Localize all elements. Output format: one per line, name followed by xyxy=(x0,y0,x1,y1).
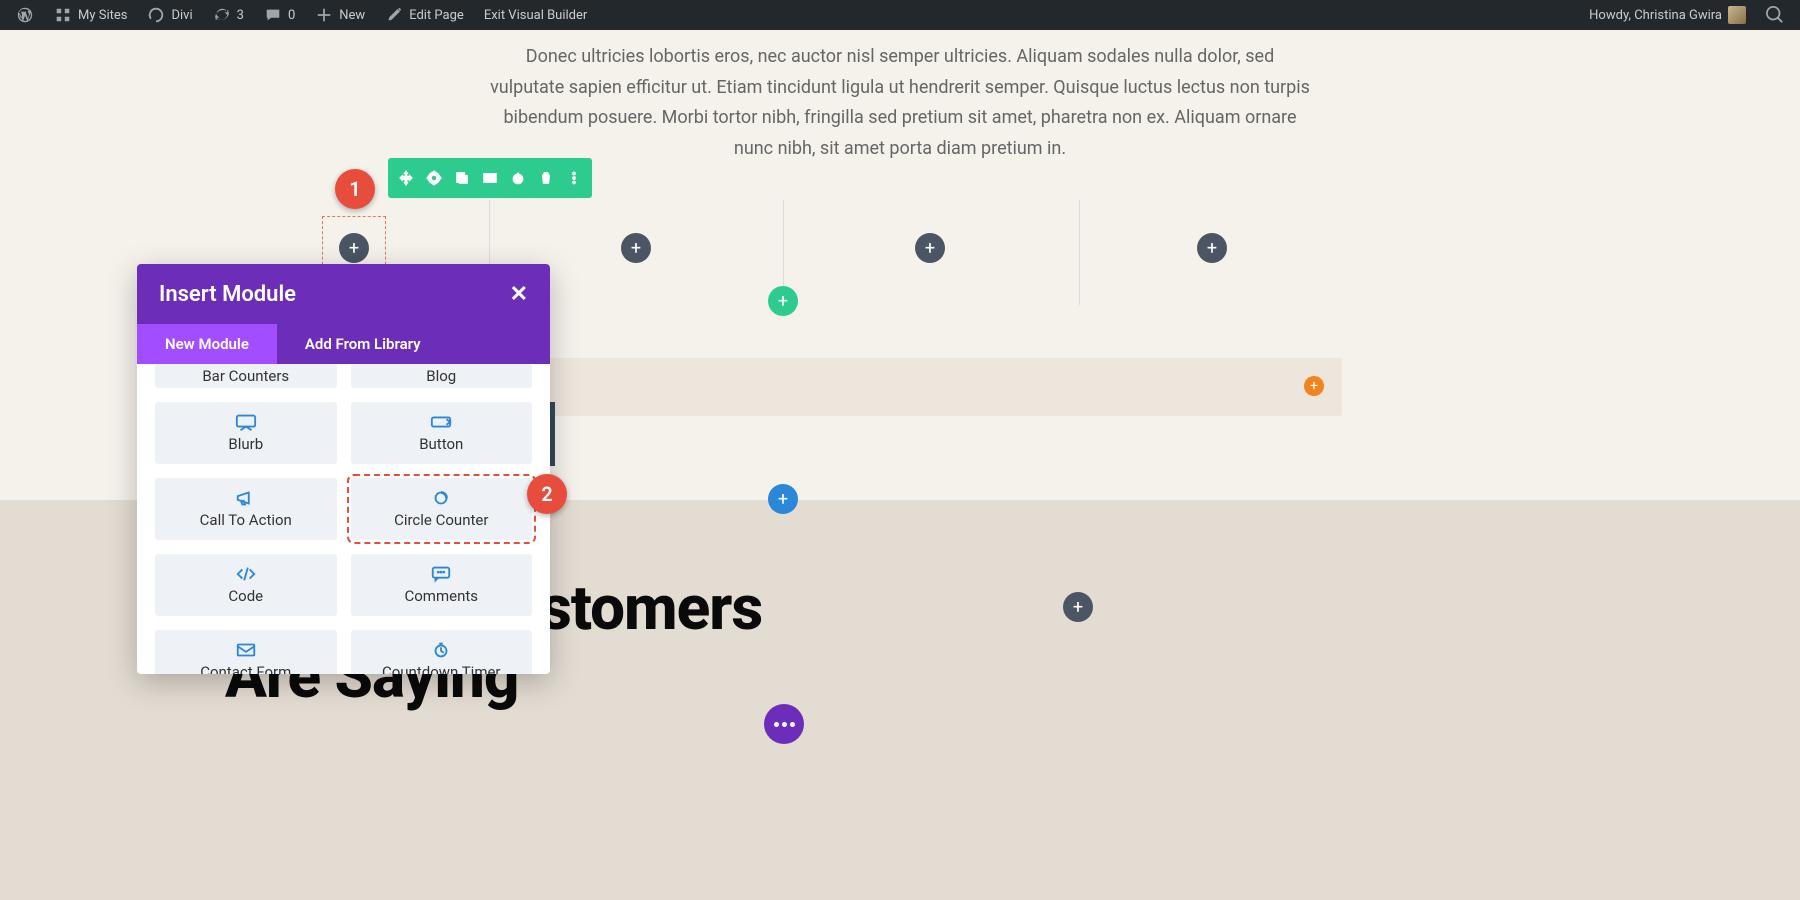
module-button[interactable]: Button xyxy=(351,402,533,464)
my-sites-label: My Sites xyxy=(78,8,127,23)
close-icon[interactable]: ✕ xyxy=(510,282,528,307)
button-icon xyxy=(430,413,452,431)
popover-header: Insert Module ✕ xyxy=(137,264,550,324)
module-code[interactable]: Code xyxy=(155,554,337,616)
add-section-inline[interactable]: + xyxy=(1304,376,1324,396)
add-row-button[interactable]: + xyxy=(768,286,798,316)
module-countdown-timer[interactable]: Countdown Timer xyxy=(351,630,533,674)
tab-new-module[interactable]: New Module xyxy=(137,324,277,364)
tab-add-from-library[interactable]: Add From Library xyxy=(277,324,550,364)
add-section-button[interactable]: + xyxy=(768,484,798,514)
module-blurb[interactable]: Blurb xyxy=(155,402,337,464)
circle-counter-icon xyxy=(430,489,452,507)
add-module-col4[interactable]: + xyxy=(1197,233,1227,263)
columns-button[interactable] xyxy=(476,164,504,192)
plus-icon xyxy=(315,6,333,24)
module-toolbar xyxy=(388,158,592,198)
add-module-col3[interactable]: + xyxy=(915,233,945,263)
duplicate-button[interactable] xyxy=(448,164,476,192)
popover-title: Insert Module xyxy=(159,282,296,307)
edit-page[interactable]: Edit Page xyxy=(377,0,472,30)
module-circle-counter[interactable]: Circle Counter xyxy=(351,478,533,540)
edit-page-label: Edit Page xyxy=(409,8,464,23)
power-button[interactable] xyxy=(504,164,532,192)
updates-count: 3 xyxy=(237,8,244,23)
comments-count: 0 xyxy=(288,8,295,23)
search-icon xyxy=(1766,6,1784,24)
updates[interactable]: 3 xyxy=(205,0,252,30)
module-call-to-action[interactable]: Call To Action xyxy=(155,478,337,540)
envelope-icon xyxy=(235,641,257,659)
clock-icon xyxy=(430,641,452,659)
blurb-icon xyxy=(235,413,257,431)
module-blog[interactable]: Blog xyxy=(351,364,533,388)
update-icon xyxy=(213,6,231,24)
new-label: New xyxy=(339,8,365,23)
add-module-lower[interactable]: + xyxy=(1063,592,1093,622)
site-divi[interactable]: Divi xyxy=(139,0,200,30)
wordpress-icon xyxy=(16,6,34,24)
comment-icon xyxy=(264,6,282,24)
wp-admin-bar: My Sites Divi 3 0 New xyxy=(0,0,1800,30)
comments-icon xyxy=(430,565,452,583)
wp-logo[interactable] xyxy=(8,0,42,30)
settings-button[interactable] xyxy=(420,164,448,192)
heading-partial-top: stomers xyxy=(540,576,762,641)
callout-1: 1 xyxy=(335,169,375,209)
code-icon xyxy=(235,565,257,583)
network-icon xyxy=(54,6,72,24)
module-comments[interactable]: Comments xyxy=(351,554,533,616)
add-module-col2[interactable]: + xyxy=(621,233,651,263)
popover-body: Bar Counters Blog Blurb Button Call To A… xyxy=(137,364,550,674)
module-bar-counters[interactable]: Bar Counters xyxy=(155,364,337,388)
callout-2: 2 xyxy=(527,474,567,514)
exit-vb-label: Exit Visual Builder xyxy=(484,8,587,23)
popover-tabs: New Module Add From Library xyxy=(137,324,550,364)
module-contact-form[interactable]: Contact Form xyxy=(155,630,337,674)
new-content[interactable]: New xyxy=(307,0,373,30)
insert-module-popover: Insert Module ✕ New Module Add From Libr… xyxy=(137,264,550,674)
howdy-label: Howdy, Christina Gwira xyxy=(1589,8,1722,23)
exit-visual-builder[interactable]: Exit Visual Builder xyxy=(476,0,595,30)
my-sites[interactable]: My Sites xyxy=(46,0,135,30)
hero-paragraph: Donec ultricies lobortis eros, nec aucto… xyxy=(490,42,1310,164)
howdy-user[interactable]: Howdy, Christina Gwira xyxy=(1581,0,1754,30)
add-module-col1[interactable]: + xyxy=(339,233,369,263)
comments[interactable]: 0 xyxy=(256,0,303,30)
dashboard-icon xyxy=(147,6,165,24)
user-avatar xyxy=(1728,6,1746,24)
delete-button[interactable] xyxy=(532,164,560,192)
column-divider xyxy=(1079,200,1080,305)
move-button[interactable] xyxy=(392,164,420,192)
pencil-icon xyxy=(385,6,403,24)
more-button[interactable] xyxy=(560,164,588,192)
site-divi-label: Divi xyxy=(171,8,192,23)
builder-fab[interactable] xyxy=(764,704,804,744)
megaphone-icon xyxy=(235,489,257,507)
adminbar-search[interactable] xyxy=(1758,0,1792,30)
